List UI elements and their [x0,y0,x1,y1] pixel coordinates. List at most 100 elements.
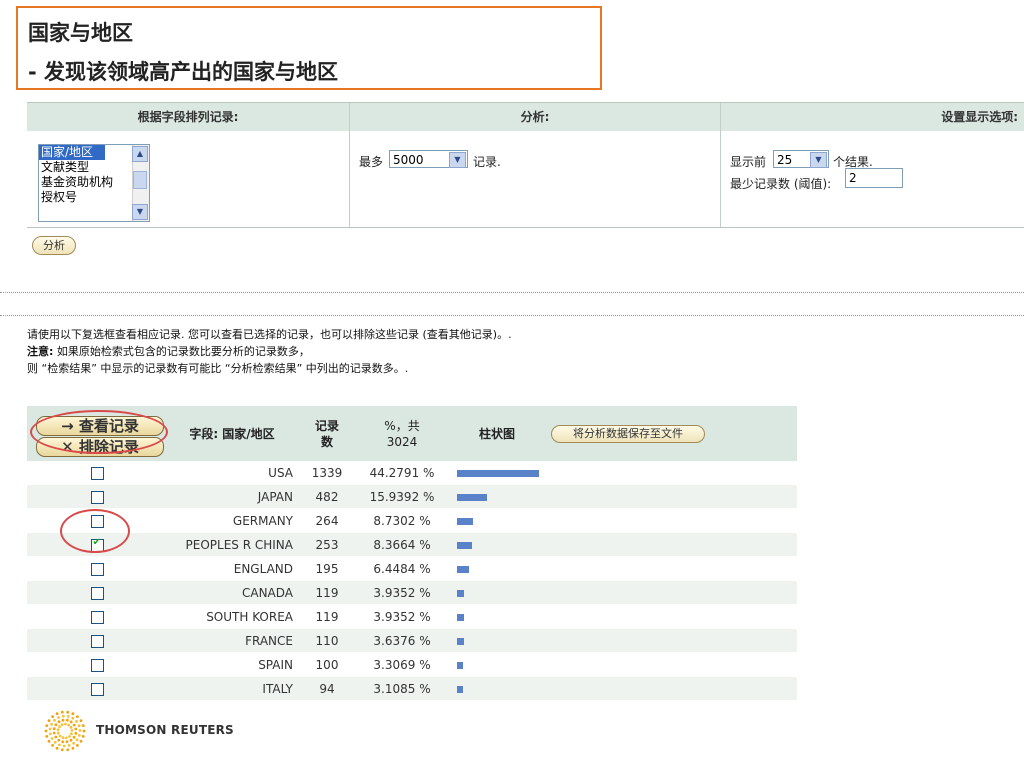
highlight-ring [60,509,130,553]
row-percent: 3.3069 % [357,652,447,677]
row-checkbox-cell [27,628,167,653]
sort-header: 根据字段排列记录: [27,103,349,131]
row-bar-cell [447,508,547,533]
row-field: ITALY [167,676,297,701]
col-count: 记录数 [297,406,357,461]
chevron-down-icon[interactable]: ▼ [449,152,466,168]
instruction-text: 请使用以下复选框查看相应记录. 您可以查看已选择的记录，也可以排除这些记录 (查… [27,328,512,341]
row-percent: 15.9392 % [357,484,447,509]
row-count: 195 [297,556,357,581]
row-percent: 3.9352 % [357,604,447,629]
col-percent: %，共 3024 [357,406,447,461]
divider [0,315,1024,316]
row-bar [457,613,464,621]
row-checkbox[interactable] [90,682,104,696]
title-box: 国家与地区 - 发现该领域高产出的国家与地区 [16,6,602,90]
scroll-down-icon[interactable]: ▼ [132,204,148,220]
row-percent: 8.3664 % [357,532,447,557]
scroll-up-icon[interactable]: ▲ [132,146,148,162]
row-field: CANADA [167,580,297,605]
show-count-select[interactable]: 25 ▼ [773,150,829,168]
chevron-down-icon[interactable]: ▼ [810,152,827,168]
row-checkbox[interactable] [90,490,104,504]
row-checkbox[interactable] [90,610,104,624]
divider [0,292,1024,293]
row-empty [547,676,797,701]
scroll-thumb[interactable] [133,171,147,189]
row-checkbox[interactable] [90,586,104,600]
col-bar: 柱状图 [447,406,547,461]
row-checkbox[interactable] [90,634,104,648]
row-checkbox-cell [27,604,167,629]
row-checkbox[interactable] [90,562,104,576]
row-bar-cell [447,652,547,677]
row-empty [547,628,797,653]
row-count: 119 [297,580,357,605]
row-count: 119 [297,604,357,629]
row-empty [547,484,797,509]
row-field: GERMANY [167,508,297,533]
highlight-ring [30,410,168,454]
display-header: 设置显示选项: [721,103,1024,131]
note-text-2: 则 “检索结果” 中显示的记录数有可能比 “分析检索结果” 中列出的记录数多。. [27,362,409,375]
threshold-label: 最少记录数 (阈值): [730,177,832,191]
row-bar [457,685,463,693]
row-checkbox-cell [27,484,167,509]
row-bar [457,493,487,501]
row-bar [457,565,469,573]
row-bar-cell [447,580,547,605]
row-field: SPAIN [167,652,297,677]
row-bar [457,637,464,645]
row-bar-cell [447,628,547,653]
row-empty [547,461,797,485]
row-checkbox-cell [27,580,167,605]
field-option[interactable]: 国家/地区 [39,145,105,160]
row-empty [547,532,797,557]
row-checkbox[interactable] [90,466,104,480]
max-suffix: 记录. [473,155,501,169]
field-listbox[interactable]: 国家/地区 文献类型 基金资助机构 授权号 ▲ ▼ [38,144,150,222]
row-bar [457,661,463,669]
row-bar-cell [447,461,547,485]
listbox-scrollbar[interactable]: ▲ ▼ [132,145,149,221]
table-row: SOUTH KOREA 119 3.9352 % [27,604,797,629]
row-count: 253 [297,532,357,557]
analyze-button[interactable]: 分析 [32,236,76,255]
row-empty [547,556,797,581]
threshold-input[interactable] [845,168,903,188]
row-count: 1339 [297,461,357,485]
row-bar-cell [447,676,547,701]
table-row: USA 1339 44.2791 % [27,461,797,485]
note-text: 注意: 如果原始检索式包含的记录数比要分析的记录数多， [27,343,310,359]
page-subtitle: - 发现该领域高产出的国家与地区 [28,60,339,84]
col-percent-label: %，共 3024 [384,418,420,449]
note-body: 如果原始检索式包含的记录数比要分析的记录数多， [53,345,310,358]
show-prefix: 显示前 [730,155,767,169]
divider [349,103,350,227]
row-percent: 3.1085 % [357,676,447,701]
table-row: GERMANY 264 8.7302 % [27,508,797,533]
table-row: PEOPLES R CHINA2538.3664 % [27,532,797,557]
row-checkbox[interactable] [90,658,104,672]
row-percent: 6.4484 % [357,556,447,581]
row-count: 264 [297,508,357,533]
row-checkbox-cell [27,556,167,581]
save-col: 将分析数据保存至文件 [547,406,797,461]
row-bar [457,541,472,549]
max-records-value: 5000 [393,153,424,167]
max-records-select[interactable]: 5000 ▼ [389,150,468,168]
row-count: 110 [297,628,357,653]
thomson-reuters-logo-icon [44,710,86,752]
row-field: SOUTH KOREA [167,604,297,629]
divider [720,103,721,227]
row-field: JAPAN [167,484,297,509]
row-bar-cell [447,604,547,629]
row-bar [457,469,539,477]
row-empty [547,580,797,605]
table-row: FRANCE 110 3.6376 % [27,628,797,653]
row-field: ENGLAND [167,556,297,581]
save-to-file-button[interactable]: 将分析数据保存至文件 [551,424,705,443]
table-row: JAPAN 482 15.9392 % [27,484,797,509]
row-field: PEOPLES R CHINA [167,532,297,557]
row-count: 100 [297,652,357,677]
